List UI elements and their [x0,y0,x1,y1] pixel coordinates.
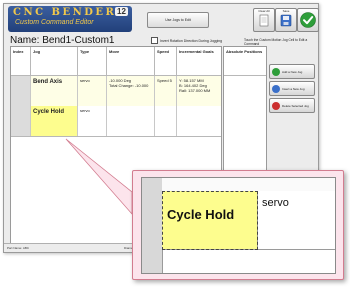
jog-cell[interactable]: Bend Axis [31,76,78,106]
delete-icon [272,101,280,110]
zoom-top-row [162,178,335,192]
column-header-index: Index [11,47,31,76]
zoom-grid: Cycle Hold servo [141,177,336,274]
goals-cell[interactable] [177,106,221,136]
speed-cell[interactable]: Speed 5 [155,76,177,106]
absolute-positions-header: Absolute Positions [224,47,266,76]
zoom-row-header [142,178,163,273]
use-jogs-button[interactable]: Use Jogs to Edit [147,12,209,28]
jog-cell-selected[interactable]: Cycle Hold [31,106,78,136]
column-header-type: Type [78,47,107,76]
invert-rotation-checkbox[interactable] [151,37,158,44]
zoom-callout: Cycle Hold servo [132,170,344,280]
zoom-selection-outline [162,191,258,250]
status-part-name: Part Name: ABC [7,246,30,250]
delete-jog-label: Delete Selected Jog [282,103,309,108]
type-cell[interactable]: servo [78,76,107,106]
column-header-speed: Speed [155,47,177,76]
move-cell[interactable]: -10.000 Deg Total Change: -10.000 [107,76,155,106]
insert-jog-button[interactable]: Insert a New Jog [269,81,315,96]
add-jog-label: Add a New Jog [282,69,303,74]
table-row[interactable]: Bend Axis servo -10.000 Deg Total Change… [11,76,221,107]
insert-jog-label: Insert a New Jog [282,86,305,91]
logo-title: CNC BENDER [13,7,117,18]
add-jog-button[interactable]: Add a New Jog [269,64,315,79]
move-total: Total Change: -10.000 [109,83,149,88]
delete-jog-button[interactable]: Delete Selected Jog [269,98,315,113]
zoom-type-cell[interactable]: servo [258,191,335,250]
touch-hint-text: Touch the Custom Motion Jog Cell to Edit… [244,38,308,46]
goal-rail: Rall: 137.000 MM [179,88,211,93]
row-index-cell[interactable] [11,106,31,136]
goals-cell[interactable]: Y: 58.157 MM B: 164.402 Deg Rall: 137.00… [177,76,221,106]
type-cell[interactable]: servo [78,106,107,136]
column-header-move: Move [107,47,155,76]
page-icon [259,14,269,27]
logo-version-badge: 12 [115,7,128,16]
move-cell[interactable] [107,106,155,136]
add-icon [272,67,280,76]
insert-icon [272,84,280,93]
row-index-cell[interactable] [11,76,31,106]
invert-rotation-option[interactable]: Invert Rotation Direction During Jogging [151,37,222,44]
app-logo: CNC BENDER 12 Custom Command Editor [8,6,132,32]
ok-button[interactable] [297,8,319,32]
invert-rotation-label: Invert Rotation Direction During Jogging [160,38,223,43]
check-icon [300,12,316,28]
disk-icon [280,14,292,27]
save-button[interactable]: Save [275,8,297,32]
column-header-goals: Incremental Goals [177,47,221,76]
column-header-jog: Jog [31,47,78,76]
logo-subtitle: Custom Command Editor [15,19,94,26]
custom-name-label: Name: Bend1-Custom1 [10,35,115,46]
table-row[interactable]: Cycle Hold servo [11,106,221,137]
zoom-type-text: servo [262,197,289,209]
speed-cell[interactable] [155,106,177,136]
clear-all-button[interactable]: Clear All [253,8,275,32]
